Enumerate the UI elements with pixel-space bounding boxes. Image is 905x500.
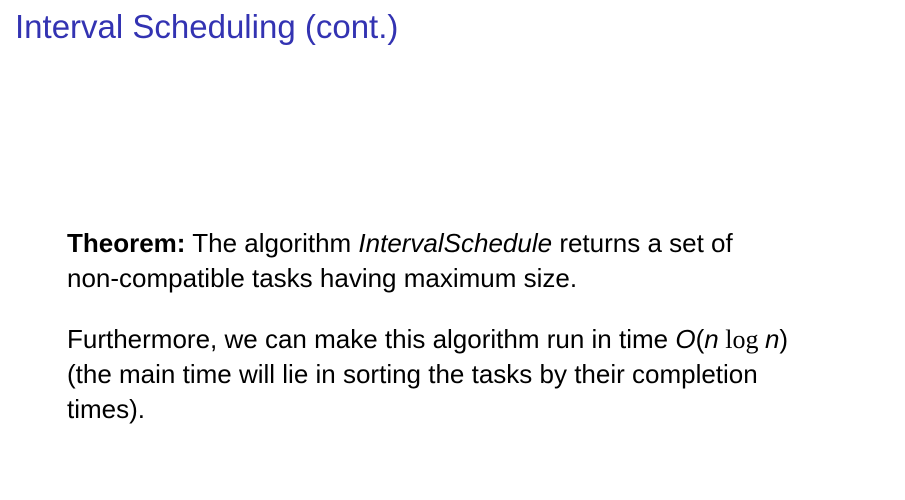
furthermore-paragraph: Furthermore, we can make this algorithm … [67,322,867,427]
complexity-O: O [675,324,696,354]
complexity-paren-open: ( [695,324,705,354]
complexity-log: log [718,325,765,354]
theorem-paragraph: Theorem: The algorithm IntervalSchedule … [67,226,867,296]
furthermore-text-before: Furthermore, we can make this algorithm … [67,324,676,354]
furthermore-line-3: times). [67,394,145,424]
algorithm-name: IntervalSchedule [358,228,553,258]
theorem-text-before: The algorithm [185,228,359,258]
complexity-paren-close: ) [779,324,789,354]
slide-body: Theorem: The algorithm IntervalSchedule … [67,226,867,427]
furthermore-line-2: (the main time will lie in sorting the t… [67,359,758,389]
slide-title: Interval Scheduling (cont.) [15,8,399,45]
complexity-var-n: n [704,324,719,354]
theorem-label: Theorem: [67,228,186,258]
theorem-line-2: non-compatible tasks having maximum size… [67,263,578,293]
theorem-text-after: returns a set of [552,228,733,258]
complexity-var-n-2: n [764,324,780,354]
